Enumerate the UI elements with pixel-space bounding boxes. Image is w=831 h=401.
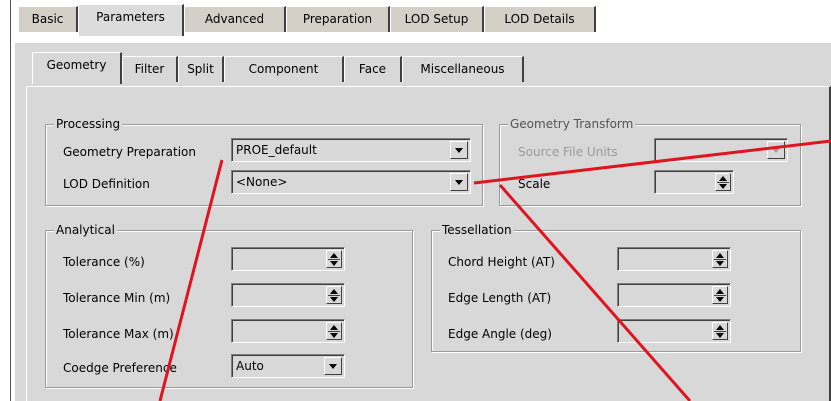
- inner-tab-bar: Geometry Filter Split Component Face Mis…: [26, 48, 831, 88]
- source-file-units-select[interactable]: [654, 138, 788, 162]
- tab-lod-details[interactable]: LOD Details: [484, 6, 596, 32]
- chord-height-spinner[interactable]: [617, 247, 731, 271]
- window-left-border: [10, 0, 11, 401]
- tolerance-max-label: Tolerance Max (m): [63, 327, 174, 341]
- edge-angle-label: Edge Angle (deg): [448, 327, 552, 341]
- tolerance-label: Tolerance (%): [63, 255, 145, 269]
- tessellation-title: Tessellation: [440, 222, 514, 238]
- tolerance-spinner[interactable]: [231, 247, 345, 271]
- tab-face[interactable]: Face: [344, 56, 402, 82]
- source-file-units-label: Source File Units: [518, 145, 618, 159]
- tab-parameters[interactable]: Parameters: [78, 4, 184, 36]
- tolerance-max-spinner[interactable]: [231, 319, 345, 343]
- tab-preparation[interactable]: Preparation: [286, 6, 390, 32]
- tab-filter[interactable]: Filter: [122, 56, 178, 82]
- edge-angle-spinner[interactable]: [617, 319, 731, 343]
- tab-lod-setup[interactable]: LOD Setup: [390, 6, 484, 32]
- scale-label: Scale: [518, 177, 551, 191]
- geometry-preparation-select[interactable]: PROE_default: [231, 138, 471, 162]
- spinner-arrows-icon[interactable]: [326, 322, 342, 340]
- chevron-down-icon[interactable]: [450, 173, 468, 191]
- spinner-arrows-icon[interactable]: [326, 286, 342, 304]
- processing-title: Processing: [54, 116, 123, 132]
- scale-spinner[interactable]: [654, 170, 734, 194]
- geometry-preparation-label: Geometry Preparation: [63, 145, 196, 159]
- analytical-title: Analytical: [54, 222, 117, 238]
- chevron-down-icon[interactable]: [767, 141, 785, 159]
- lod-definition-select[interactable]: <None>: [231, 170, 471, 194]
- spinner-arrows-icon[interactable]: [712, 322, 728, 340]
- tolerance-min-label: Tolerance Min (m): [63, 291, 171, 305]
- chevron-down-icon[interactable]: [450, 141, 468, 159]
- geometry-preparation-value: PROE_default: [236, 143, 317, 157]
- tab-miscellaneous[interactable]: Miscellaneous: [402, 56, 524, 82]
- tab-advanced[interactable]: Advanced: [184, 6, 286, 32]
- edge-length-spinner[interactable]: [617, 283, 731, 307]
- coedge-preference-label: Coedge Preference: [63, 361, 177, 375]
- tab-split[interactable]: Split: [178, 56, 224, 82]
- edge-length-label: Edge Length (AT): [448, 291, 552, 305]
- spinner-arrows-icon[interactable]: [326, 250, 342, 268]
- geometry-transform-group: Geometry Transform: [499, 116, 801, 206]
- coedge-preference-value: Auto: [236, 359, 264, 373]
- lod-definition-value: <None>: [236, 175, 288, 189]
- coedge-preference-select[interactable]: Auto: [231, 354, 345, 378]
- tab-geometry[interactable]: Geometry: [32, 52, 122, 84]
- spinner-arrows-icon[interactable]: [712, 250, 728, 268]
- chevron-down-icon[interactable]: [324, 357, 342, 375]
- spinner-arrows-icon[interactable]: [715, 173, 731, 191]
- lod-definition-label: LOD Definition: [63, 177, 150, 191]
- chord-height-label: Chord Height (AT): [448, 255, 555, 269]
- geometry-transform-title: Geometry Transform: [508, 116, 636, 132]
- outer-tab-bar: Basic Parameters Advanced Preparation LO…: [10, 0, 831, 44]
- tolerance-min-spinner[interactable]: [231, 283, 345, 307]
- tab-basic[interactable]: Basic: [18, 6, 78, 32]
- spinner-arrows-icon[interactable]: [712, 286, 728, 304]
- tab-component[interactable]: Component: [224, 56, 344, 82]
